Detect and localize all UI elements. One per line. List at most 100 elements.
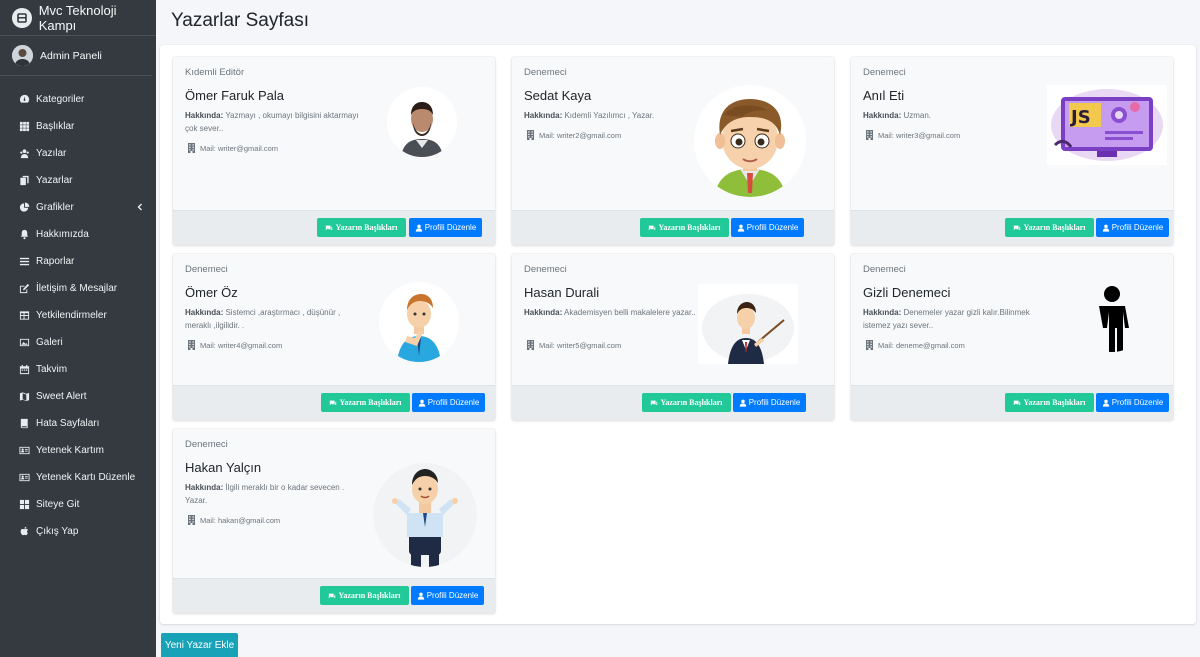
page-title: Yazarlar Sayfası — [171, 10, 309, 31]
writer-card: Denemeci Hasan Durali Hakkında: Akademisye… — [512, 254, 834, 420]
sidebar-item-15[interactable]: Yetenek Kartı Düzenle — [0, 464, 156, 491]
user-icon — [1102, 399, 1112, 407]
writer-titles-button[interactable]: Yazarın Başlıkları — [320, 586, 409, 605]
edit-button-label: Profili Düzenle — [1111, 223, 1164, 232]
mail-label: Mail: — [200, 340, 216, 350]
sidebar-item-4[interactable]: Yazarlar — [0, 167, 156, 194]
writer-avatar — [387, 87, 457, 157]
edit-profile-button[interactable]: Profili Düzenle — [733, 393, 806, 412]
writer-about: Hakkında: Sistemci ,araştırmacı , düşünü… — [185, 306, 360, 332]
map-icon — [18, 391, 30, 403]
sidebar-item-label: Hakkımızda — [36, 229, 89, 240]
add-writer-button[interactable]: Yeni Yazar Ekle — [161, 633, 238, 657]
brand-title: Mvc Teknoloji Kampı — [38, 2, 117, 33]
table-icon — [18, 310, 30, 322]
sidebar-item-14[interactable]: Yetenek Kartım — [0, 437, 156, 464]
sidebar-item-label: Raporlar — [36, 256, 75, 267]
card-footer: Yazarın Başlıkları Profili Düzenle — [173, 210, 495, 245]
building-icon — [187, 340, 196, 350]
writer-titles-button[interactable]: Yazarın Başlıkları — [317, 218, 406, 237]
comments-icon — [325, 224, 335, 232]
sidebar-item-6[interactable]: Hakkımızda — [0, 221, 156, 248]
sidebar-item-13[interactable]: Hata Sayfaları — [0, 410, 156, 437]
writer-about: Hakkında: Uzman. — [863, 109, 1038, 122]
edit-profile-button[interactable]: Profili Düzenle — [1096, 393, 1169, 412]
sidebar-item-label: Yazarlar — [36, 175, 73, 186]
card-footer: Yazarın Başlıkları Profili Düzenle — [512, 210, 834, 245]
people-icon — [18, 148, 30, 160]
brand[interactable]: Mvc Teknoloji Kampı — [0, 0, 156, 36]
comments-icon — [1013, 224, 1023, 232]
mail-label: Mail: — [539, 130, 555, 140]
sidebar-item-12[interactable]: Sweet Alert — [0, 383, 156, 410]
edit-button-label: Profili Düzenle — [746, 223, 799, 232]
sidebar-item-label: İletişim & Mesajlar — [36, 283, 118, 294]
writer-mail: Mail: deneme@gmail.com — [865, 340, 965, 350]
about-label: Hakkında: — [185, 308, 224, 317]
mail-label: Mail: — [200, 515, 216, 525]
sidebar-item-8[interactable]: İletişim & Mesajlar — [0, 275, 156, 302]
writer-card: Denemeci Ömer Öz Hakkında: Sistemci ,araşt… — [173, 254, 495, 420]
sidebar-item-16[interactable]: Siteye Git — [0, 491, 156, 518]
svg-text:JS: JS — [1069, 107, 1091, 128]
image-icon — [18, 337, 30, 349]
edit-profile-button[interactable]: Profili Düzenle — [731, 218, 804, 237]
about-label: Hakkında: — [185, 483, 224, 492]
writer-titles-button[interactable]: Yazarın Başlıkları — [642, 393, 731, 412]
writer-name: Anıl Eti — [863, 88, 905, 103]
edit-button-label: Profili Düzenle — [1111, 398, 1164, 407]
sidebar-item-label: Çıkış Yap — [36, 526, 79, 537]
writer-role: Kıdemli Editör — [185, 67, 245, 78]
writer-mail: Mail: writer2@gmail.com — [526, 130, 621, 140]
teacher-image — [698, 284, 798, 364]
about-label: Hakkında: — [185, 111, 224, 120]
writer-name: Ömer Öz — [185, 285, 238, 300]
sidebar-item-2[interactable]: Başlıklar — [0, 113, 156, 140]
writer-mail: Mail: writer4@gmail.com — [187, 340, 282, 350]
about-label: Hakkında: — [863, 111, 902, 120]
comments-icon — [328, 592, 338, 600]
sidebar-item-label: Siteye Git — [36, 499, 80, 510]
user-icon — [417, 592, 427, 600]
mail-label: Mail: — [878, 340, 894, 350]
edit-profile-button[interactable]: Profili Düzenle — [1096, 218, 1169, 237]
writer-titles-button[interactable]: Yazarın Başlıkları — [1005, 218, 1094, 237]
silhouette-image — [1077, 282, 1147, 352]
sidebar-nav: Kategoriler Başlıklar Yazılar Yazarlar Grafi… — [0, 86, 156, 545]
titles-button-label: Yazarın Başlıkları — [1023, 223, 1086, 232]
sidebar-item-label: Sweet Alert — [36, 391, 87, 402]
writer-titles-button[interactable]: Yazarın Başlıkları — [321, 393, 410, 412]
edit-profile-button[interactable]: Profili Düzenle — [411, 586, 484, 605]
sidebar-item-10[interactable]: Galeri — [0, 329, 156, 356]
edit-profile-button[interactable]: Profili Düzenle — [412, 393, 485, 412]
sidebar-item-label: Hata Sayfaları — [36, 418, 100, 429]
bell-icon — [18, 229, 30, 241]
avatar — [12, 45, 33, 66]
sidebar-item-1[interactable]: Kategoriler — [0, 86, 156, 113]
sidebar-item-7[interactable]: Raporlar — [0, 248, 156, 275]
writer-mail: Mail: writer3@gmail.com — [865, 130, 960, 140]
mail-label: Mail: — [878, 130, 894, 140]
sidebar-item-9[interactable]: Yetkilendirmeler — [0, 302, 156, 329]
pie-chart-icon — [18, 202, 30, 214]
about-text: Akademisyen belli makalelere yazar.. — [564, 308, 696, 317]
sidebar-item-17[interactable]: Çıkış Yap — [0, 518, 156, 545]
id-card-icon — [18, 445, 30, 457]
titles-button-label: Yazarın Başlıkları — [660, 398, 723, 407]
building-icon — [865, 340, 874, 350]
writer-titles-button[interactable]: Yazarın Başlıkları — [640, 218, 729, 237]
edit-profile-button[interactable]: Profili Düzenle — [409, 218, 482, 237]
user-panel[interactable]: Admin Paneli — [0, 36, 152, 76]
writer-name: Hakan Yalçın — [185, 460, 262, 475]
writer-mail: Mail: writer@gmail.com — [187, 143, 278, 153]
writer-card: Kıdemli Editör Ömer Faruk Pala Hakkında: Y… — [173, 57, 495, 245]
writer-avatar — [1077, 282, 1147, 352]
sidebar-item-3[interactable]: Yazılar — [0, 140, 156, 167]
sidebar-item-label: Grafikler — [36, 202, 74, 213]
writer-mail: Mail: writer5@gmail.com — [526, 340, 621, 350]
card-footer: Yazarın Başlıkları Profili Düzenle — [851, 385, 1173, 420]
sidebar-item-11[interactable]: Takvim — [0, 356, 156, 383]
brand-logo-icon — [12, 7, 32, 28]
sidebar-item-5[interactable]: Grafikler — [0, 194, 156, 221]
writer-titles-button[interactable]: Yazarın Başlıkları — [1005, 393, 1094, 412]
